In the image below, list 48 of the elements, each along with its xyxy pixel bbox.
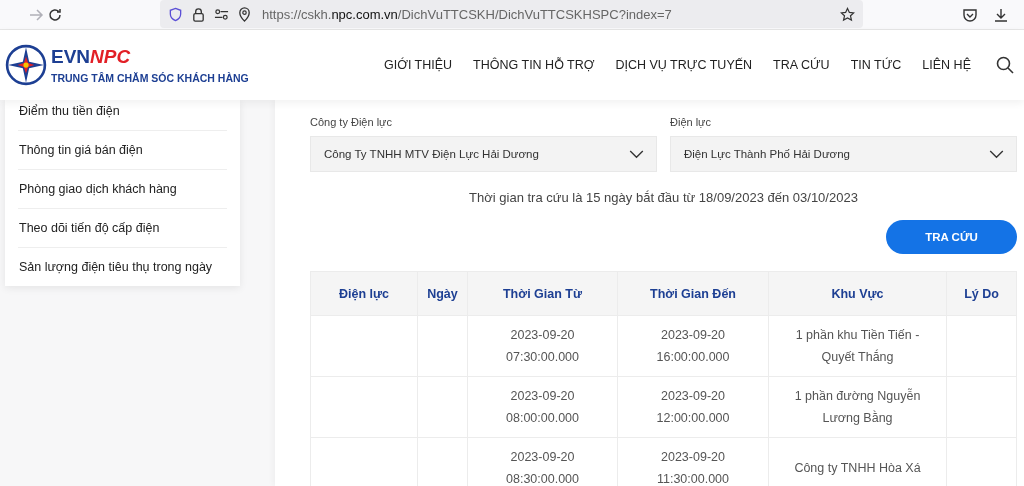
- field-label: Điện lực: [670, 116, 712, 128]
- time-to-cell-text: 2023-09-20 12:00:00.000: [655, 388, 731, 427]
- sidebar-item[interactable]: Thông tin giá bán điện: [18, 130, 227, 169]
- logo-wordmark[interactable]: EVNNPC: [51, 46, 249, 68]
- logo-icon[interactable]: [5, 44, 47, 86]
- area-cell-text: 1 phần khu Tiền Tiến - Quyết Thắng: [794, 327, 921, 366]
- pocket-icon[interactable]: [962, 7, 978, 23]
- column-header: Khu Vực: [768, 271, 947, 316]
- column-header: Thời Gian Từ: [467, 271, 618, 316]
- search-icon[interactable]: [996, 56, 1014, 74]
- sidebar-item[interactable]: Sản lượng điện tiêu thụ trong ngày: [18, 247, 227, 286]
- chevron-down-icon: [989, 149, 1004, 159]
- shield-icon[interactable]: [168, 6, 183, 22]
- time-to-cell-text: 2023-09-20 16:00:00.000: [655, 327, 731, 366]
- nav-link[interactable]: LIÊN HỆ: [922, 58, 971, 72]
- nav-link[interactable]: THÔNG TIN HỖ TRỢ: [473, 58, 595, 72]
- time-from-cell-text: 2023-09-20 08:00:00.000: [505, 388, 580, 427]
- area-cell-text: 1 phần đường Nguyễn Lương Bằng: [793, 387, 922, 427]
- sidebar-item[interactable]: Điểm thu tiền điện: [18, 100, 227, 130]
- column-header: Ngày: [417, 271, 468, 316]
- sidebar-item[interactable]: Theo dõi tiến độ cấp điện: [18, 208, 227, 247]
- column-header: Thời Gian Đến: [617, 271, 769, 316]
- lock-icon: [191, 6, 206, 22]
- time-to-cell-text: 2023-09-20 11:30:00.000: [655, 449, 731, 486]
- reload-icon[interactable]: [47, 7, 63, 23]
- area-cell-text: Công ty TNHH Hòa Xá: [794, 460, 921, 477]
- location-icon[interactable]: [237, 6, 252, 22]
- nav-link[interactable]: DỊCH VỤ TRỰC TUYẾN: [615, 58, 753, 72]
- column-header: Điện lực: [310, 271, 418, 316]
- dropdown-field[interactable]: Công Ty TNHH MTV Điện Lực Hải Dương: [310, 136, 657, 172]
- sidebar-item[interactable]: Phòng giao dịch khách hàng: [18, 169, 227, 208]
- star-icon[interactable]: [840, 6, 855, 22]
- permissions-icon[interactable]: [214, 6, 229, 22]
- dropdown-field[interactable]: Điện Lực Thành Phố Hải Dương: [670, 136, 1017, 172]
- logo-tagline: TRUNG TÂM CHĂM SÓC KHÁCH HÀNG: [51, 72, 249, 84]
- search-button[interactable]: TRA CỨU: [886, 220, 1017, 254]
- field-label: Công ty Điện lực: [310, 116, 393, 128]
- nav-link[interactable]: GIỚI THIỆU: [383, 58, 453, 72]
- address-bar[interactable]: https://cskh.npc.com.vn/DichVuTTCSKH/DichVuTTCSKHSPC?index=7: [160, 0, 863, 28]
- url-text: https://cskh.npc.com.vn/DichVuTTCSKH/DichVuTTCSKHSPC?index=7: [262, 6, 672, 22]
- nav-link[interactable]: TIN TỨC: [850, 58, 902, 72]
- column-header: Lý Do: [946, 271, 1017, 316]
- time-from-cell-text: 2023-09-20 08:30:00.000: [505, 449, 580, 486]
- download-icon[interactable]: [993, 7, 1009, 23]
- time-from-cell-text: 2023-09-20 07:30:00.000: [505, 327, 580, 366]
- chevron-down-icon: [629, 149, 644, 159]
- nav-link[interactable]: TRA CỨU: [773, 58, 830, 72]
- search-period-note: Thời gian tra cứu là 15 ngày bắt đầu từ 18/09/2023 đến 03/10/2023: [468, 190, 859, 205]
